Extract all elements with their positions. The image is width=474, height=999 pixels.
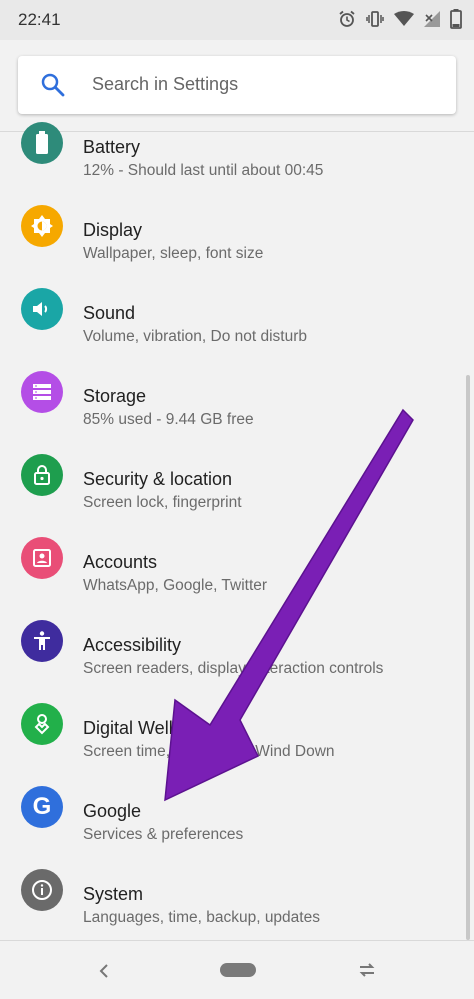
item-title: Storage	[83, 386, 147, 406]
battery-icon	[21, 122, 63, 164]
item-subtitle: Volume, vibration, Do not disturb	[83, 328, 308, 345]
status-time: 22:41	[18, 10, 61, 29]
recents-icon[interactable]	[356, 959, 378, 981]
signal-icon	[424, 11, 440, 27]
alarm-icon	[339, 10, 355, 27]
status-bar: 22:41	[0, 0, 474, 40]
settings-item-security[interactable]: Security & location Screen lock, fingerp…	[0, 454, 474, 546]
settings-item-accessibility[interactable]: Accessibility Screen readers, display, i…	[0, 620, 474, 712]
item-title: Google	[83, 801, 142, 821]
item-title: Accounts	[83, 552, 158, 572]
storage-icon	[21, 371, 63, 413]
settings-item-google[interactable]: G Google Services & preferences	[0, 786, 474, 878]
item-subtitle: Languages, time, backup, updates	[83, 909, 320, 926]
account-icon	[21, 537, 63, 579]
navigation-bar	[0, 940, 474, 999]
back-icon[interactable]	[96, 961, 112, 981]
settings-item-battery[interactable]: Battery 12% - Should last until about 00…	[0, 122, 474, 214]
battery-status-icon	[450, 9, 462, 29]
item-subtitle: Services & preferences	[83, 826, 244, 843]
item-subtitle: Wallpaper, sleep, font size	[83, 245, 264, 262]
item-title: Battery	[83, 137, 141, 157]
item-subtitle: WhatsApp, Google, Twitter	[83, 577, 268, 594]
wellbeing-icon	[21, 703, 63, 745]
item-title: Accessibility	[83, 635, 182, 655]
settings-item-storage[interactable]: Storage 85% used - 9.44 GB free	[0, 371, 474, 463]
item-subtitle: Screen time, app timers, Wind Down	[83, 743, 335, 760]
volume-icon	[21, 288, 63, 330]
home-button[interactable]	[220, 963, 256, 977]
brightness-icon	[21, 205, 63, 247]
status-icons	[338, 9, 462, 29]
search-bar[interactable]: Search in Settings	[18, 56, 456, 114]
wifi-icon	[394, 11, 414, 26]
item-subtitle: Screen readers, display, interaction con…	[83, 660, 384, 677]
scrollbar[interactable]	[466, 375, 470, 940]
info-icon	[21, 869, 63, 911]
lock-icon	[21, 454, 63, 496]
item-subtitle: 12% - Should last until about 00:45	[83, 162, 324, 179]
settings-item-display[interactable]: Display Wallpaper, sleep, font size	[0, 205, 474, 297]
item-title: Digital Wellbeing	[83, 718, 217, 738]
item-title: Display	[83, 220, 143, 240]
accessibility-icon	[21, 620, 63, 662]
item-title: Security & location	[83, 469, 233, 489]
settings-item-accounts[interactable]: Accounts WhatsApp, Google, Twitter	[0, 537, 474, 629]
vibrate-icon	[366, 11, 384, 27]
google-icon: G	[21, 786, 63, 828]
search-placeholder: Search in Settings	[92, 74, 239, 94]
item-title: Sound	[83, 303, 136, 323]
item-title: System	[83, 884, 144, 904]
settings-item-digital-wellbeing[interactable]: Digital Wellbeing Screen time, app timer…	[0, 703, 474, 795]
search-area: Search in Settings	[0, 40, 474, 132]
item-subtitle: 85% used - 9.44 GB free	[83, 411, 254, 428]
search-icon	[41, 73, 65, 97]
settings-item-sound[interactable]: Sound Volume, vibration, Do not disturb	[0, 288, 474, 380]
item-subtitle: Screen lock, fingerprint	[83, 494, 242, 511]
